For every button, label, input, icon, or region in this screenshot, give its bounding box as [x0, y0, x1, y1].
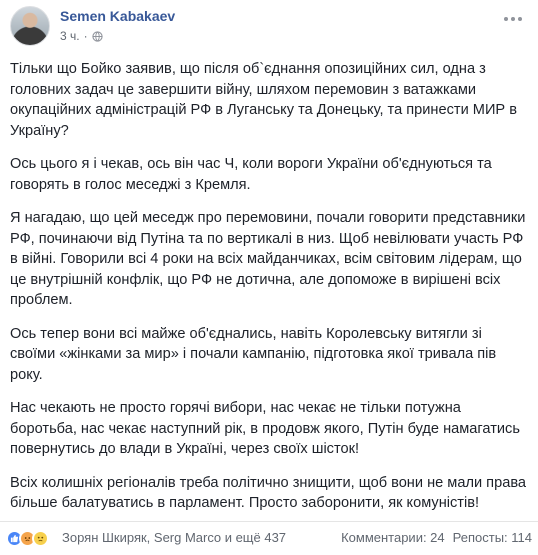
post-paragraph: Тільки що Бойко заявив, що після об`єдна…	[10, 61, 517, 139]
globe-icon[interactable]	[91, 30, 103, 42]
author-name[interactable]: Semen Kabakaev	[60, 8, 175, 24]
avatar[interactable]	[10, 6, 50, 46]
post-stats: Комментарии: 24 Репосты: 114	[341, 530, 532, 545]
post-meta: 3 ч. ·	[60, 29, 103, 43]
sad-icon	[32, 530, 49, 547]
post-footer: Зорян Шкиряк, Serg Marco и ещё 437 Комме…	[0, 521, 538, 555]
post-paragraph: Ось тепер вони всі майже об'єднались, на…	[10, 325, 497, 383]
facebook-post: Semen Kabakaev 3 ч. · Тільки що Бойко за…	[0, 0, 538, 555]
comments-count[interactable]: Комментарии: 24	[341, 530, 445, 545]
reaction-icons[interactable]	[6, 530, 49, 547]
post-header: Semen Kabakaev 3 ч. ·	[10, 6, 528, 52]
post-paragraph: Ось цього я і чекав, ось він час Ч, коли…	[10, 156, 492, 193]
post-paragraph: Я нагадаю, що цей меседж про перемовини,…	[10, 210, 526, 308]
post-paragraph: Всіх колишніх регіоналів треба політично…	[10, 474, 527, 512]
shares-count[interactable]: Репосты: 114	[453, 530, 532, 545]
reactors-link[interactable]: Зорян Шкиряк, Serg Marco и ещё 437	[62, 530, 286, 545]
more-icon[interactable]	[502, 12, 524, 26]
post-body: Тільки що Бойко заявив, що після об`єдна…	[10, 59, 528, 527]
post-paragraph: Нас чекають не просто горячі вибори, нас…	[10, 400, 520, 457]
post-time[interactable]: 3 ч.	[60, 29, 80, 43]
meta-separator: ·	[83, 29, 88, 43]
